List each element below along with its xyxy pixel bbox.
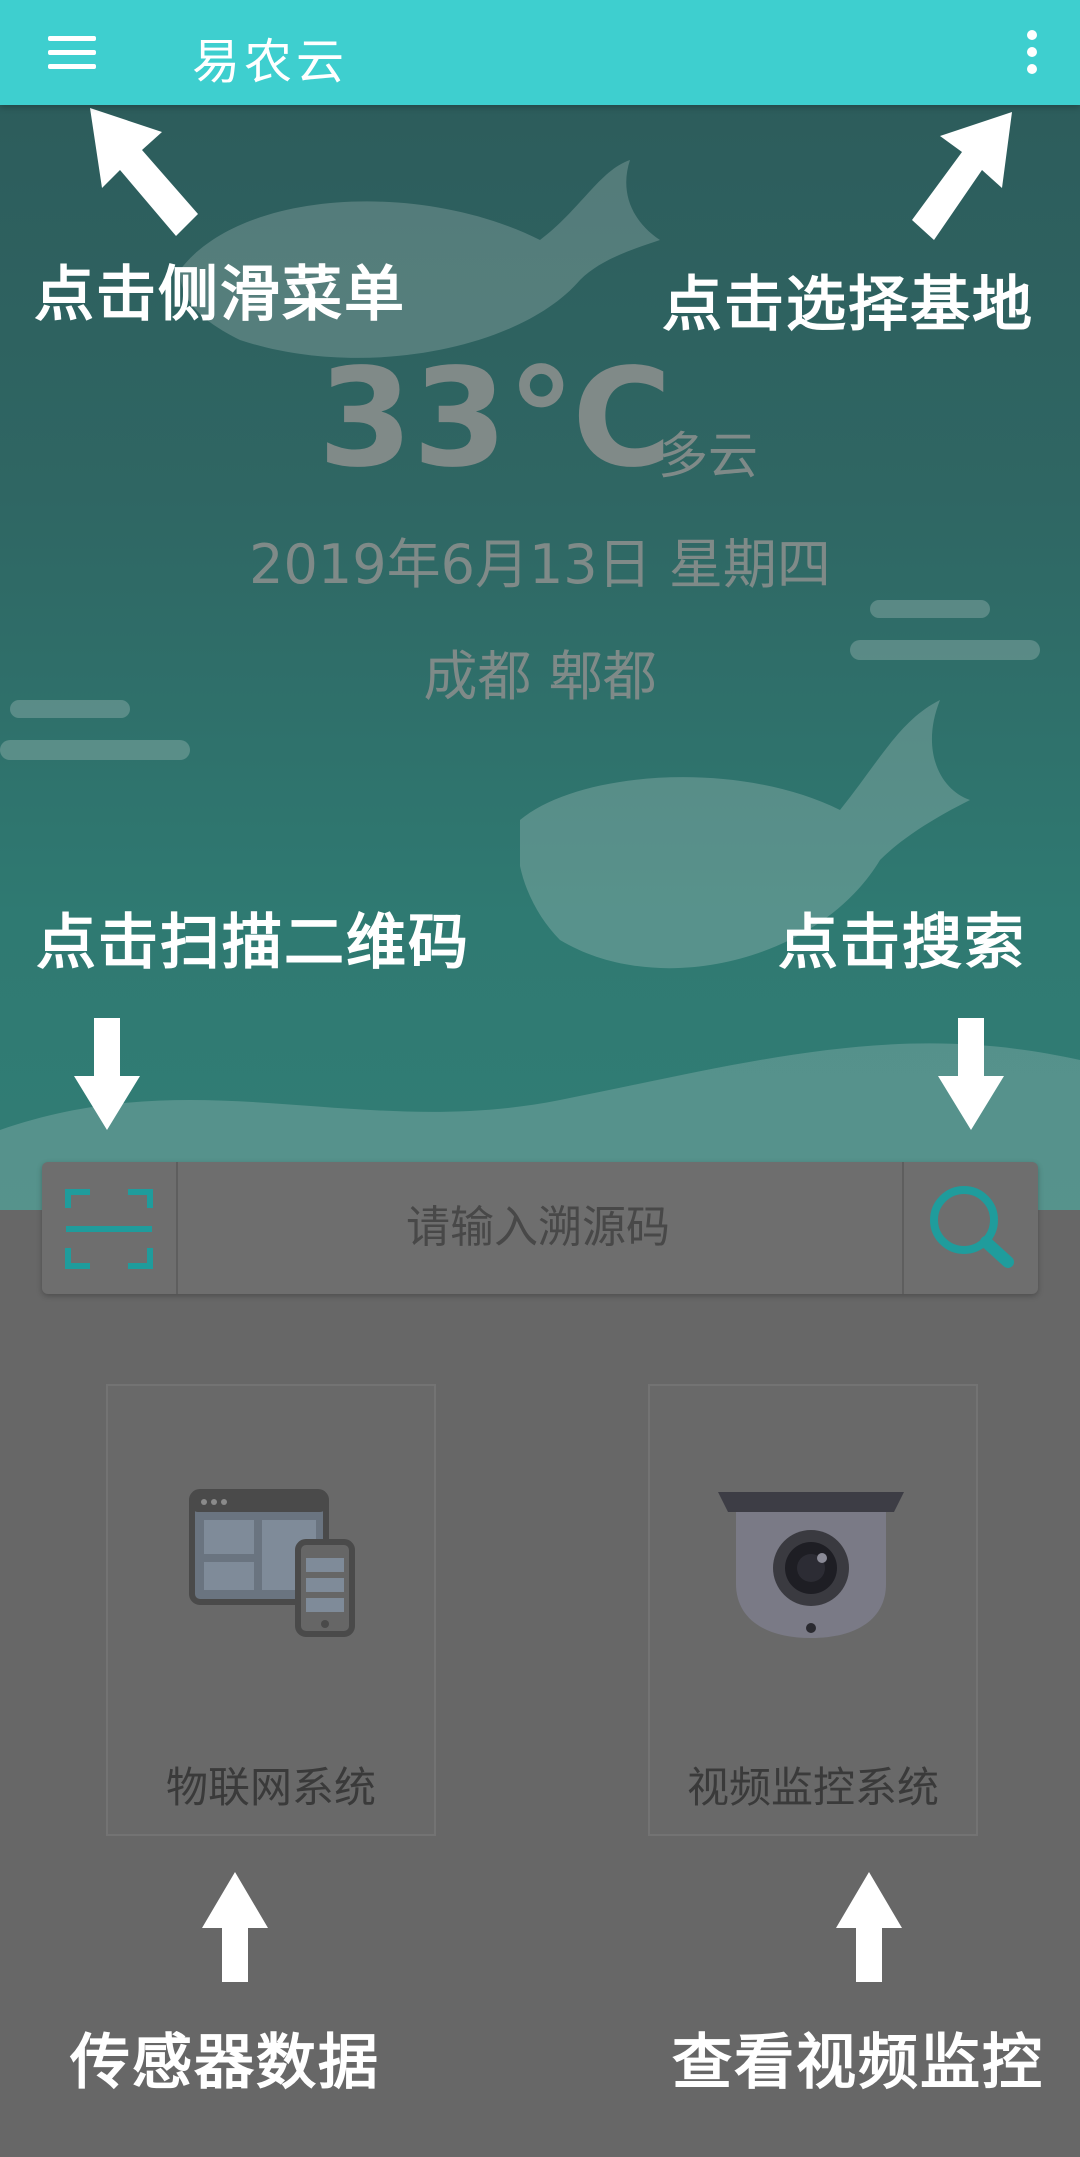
arrow-up-left-icon bbox=[90, 108, 198, 236]
tile-video-monitoring[interactable]: 视频监控系统 bbox=[648, 1384, 978, 1836]
security-camera-icon bbox=[718, 1492, 904, 1638]
app-title: 易农云 bbox=[192, 34, 349, 90]
location-text: 成都 郫都 bbox=[423, 645, 657, 708]
search-input[interactable]: 请输入溯源码 bbox=[178, 1162, 898, 1294]
arrow-up-icon bbox=[836, 1872, 902, 1982]
magnifier-icon[interactable] bbox=[902, 1162, 1038, 1294]
tile-label: 物联网系统 bbox=[165, 1763, 376, 1812]
annotation-select-base: 点击选择基地 bbox=[662, 270, 1034, 340]
annotation-side-menu: 点击侧滑菜单 bbox=[34, 260, 406, 330]
hamburger-menu-icon[interactable] bbox=[40, 28, 104, 78]
annotation-scan-qr: 点击扫描二维码 bbox=[36, 908, 470, 978]
tile-iot-system[interactable]: 物联网系统 bbox=[106, 1384, 436, 1836]
weather-condition: 多云 bbox=[658, 427, 758, 485]
whale-decoration-icon bbox=[520, 700, 970, 969]
date-text: 2019年6月13日 星期四 bbox=[249, 533, 831, 596]
arrow-down-icon bbox=[938, 1018, 1004, 1130]
arrow-up-icon bbox=[202, 1872, 268, 1982]
more-vert-icon[interactable] bbox=[1000, 22, 1060, 82]
annotation-search: 点击搜索 bbox=[778, 908, 1026, 978]
iot-devices-icon bbox=[189, 1489, 355, 1637]
annotation-view-video: 查看视频监控 bbox=[672, 2028, 1044, 2098]
annotation-sensor-data: 传感器数据 bbox=[70, 2028, 380, 2098]
search-bar: 请输入溯源码 bbox=[42, 1162, 1038, 1294]
temperature: 33℃ bbox=[318, 340, 672, 498]
scan-qr-icon[interactable] bbox=[42, 1162, 178, 1294]
app-bar: 易农云 bbox=[0, 0, 1080, 105]
tile-label: 视频监控系统 bbox=[686, 1763, 939, 1812]
arrow-down-icon bbox=[74, 1018, 140, 1130]
arrow-up-right-icon bbox=[912, 112, 1012, 240]
